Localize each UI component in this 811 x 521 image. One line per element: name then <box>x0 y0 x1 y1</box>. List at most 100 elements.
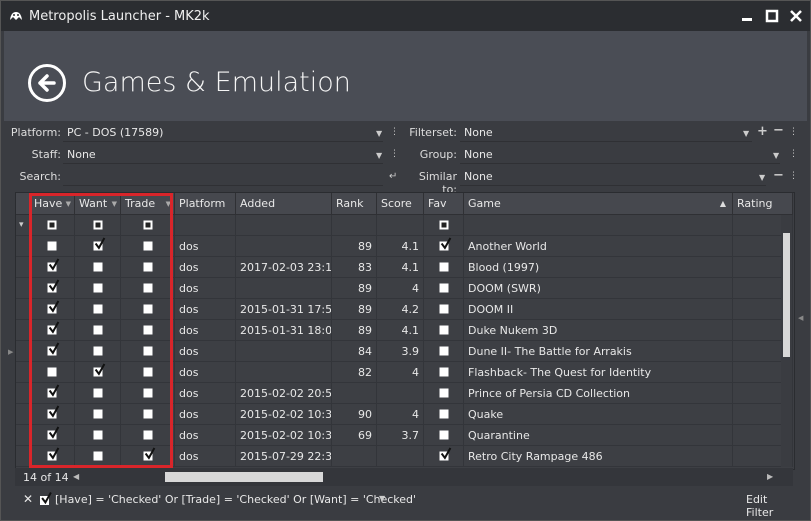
want-checkbox[interactable] <box>93 262 102 272</box>
column-header-rank[interactable]: Rank <box>332 193 377 215</box>
fav-checkbox[interactable] <box>439 346 448 356</box>
trade-checkbox[interactable] <box>143 388 152 398</box>
cell-trade[interactable] <box>121 257 175 278</box>
cell-trade[interactable] <box>121 446 175 467</box>
chevron-down-icon[interactable]: ▼ <box>376 151 382 160</box>
cell-have[interactable] <box>30 362 75 383</box>
cell-want[interactable] <box>75 236 121 257</box>
cell-want[interactable] <box>75 278 121 299</box>
similar-select[interactable]: None <box>460 168 766 186</box>
sort-ascending-icon[interactable]: ▲ <box>720 193 726 215</box>
more-icon[interactable]: ⋮ <box>789 171 798 181</box>
trade-checkbox[interactable] <box>143 367 152 377</box>
cell-trade[interactable] <box>121 236 175 257</box>
trade-checkbox[interactable] <box>143 409 152 419</box>
cell-trade[interactable] <box>121 362 175 383</box>
cell-have[interactable] <box>30 278 75 299</box>
trade-checkbox[interactable] <box>143 262 152 272</box>
filter-cell-added[interactable] <box>236 215 332 236</box>
expand-right-icon[interactable]: ◀ <box>798 314 803 322</box>
cell-have[interactable] <box>30 341 75 362</box>
have-checkbox[interactable] <box>47 279 60 293</box>
edit-filter-link[interactable]: Edit Filter <box>746 493 795 519</box>
filter-cell-fav[interactable] <box>424 215 464 236</box>
filter-checkbox-have[interactable] <box>47 220 57 230</box>
want-checkbox[interactable] <box>93 304 102 314</box>
minus-icon[interactable]: − <box>773 123 784 138</box>
filter-icon[interactable]: ▼ <box>112 193 117 215</box>
cell-want[interactable] <box>75 362 121 383</box>
want-checkbox[interactable] <box>93 283 102 293</box>
cell-fav[interactable] <box>424 320 464 341</box>
filter-enabled-checkbox[interactable] <box>40 491 52 506</box>
fav-checkbox[interactable] <box>439 283 448 293</box>
trade-checkbox[interactable] <box>143 430 152 440</box>
want-checkbox[interactable] <box>93 237 105 251</box>
want-checkbox[interactable] <box>93 363 105 377</box>
more-icon[interactable]: ⋮ <box>789 127 798 137</box>
have-checkbox[interactable] <box>47 258 60 272</box>
chevron-down-icon[interactable]: ▼ <box>376 129 382 138</box>
fav-checkbox[interactable] <box>439 237 451 251</box>
have-checkbox[interactable] <box>47 405 60 419</box>
cell-want[interactable] <box>75 425 121 446</box>
filter-checkbox-want[interactable] <box>93 220 102 230</box>
cell-fav[interactable] <box>424 404 464 425</box>
cell-trade[interactable] <box>121 383 175 404</box>
maximize-icon[interactable] <box>764 8 780 24</box>
search-go-icon[interactable]: ↵ <box>389 171 397 182</box>
have-checkbox[interactable] <box>47 447 60 461</box>
cell-trade[interactable] <box>121 320 175 341</box>
cell-fav[interactable] <box>424 236 464 257</box>
fav-checkbox[interactable] <box>439 447 451 461</box>
column-header-rating[interactable]: Rating <box>733 193 793 215</box>
cell-fav[interactable] <box>424 341 464 362</box>
search-input[interactable] <box>63 168 383 186</box>
want-checkbox[interactable] <box>93 409 102 419</box>
column-header-added[interactable]: Added <box>236 193 332 215</box>
cell-trade[interactable] <box>121 299 175 320</box>
want-checkbox[interactable] <box>93 388 102 398</box>
fav-checkbox[interactable] <box>439 430 448 440</box>
have-checkbox[interactable] <box>47 300 60 314</box>
fav-checkbox[interactable] <box>439 367 448 377</box>
column-header-fav[interactable]: Fav <box>424 193 464 215</box>
cell-fav[interactable] <box>424 446 464 467</box>
more-icon[interactable]: ⋮ <box>390 149 399 159</box>
more-icon[interactable]: ⋮ <box>789 149 798 159</box>
cell-have[interactable] <box>30 425 75 446</box>
have-checkbox[interactable] <box>47 342 60 356</box>
filter-cell-trade[interactable] <box>121 215 175 236</box>
staff-select[interactable]: None <box>63 146 383 164</box>
more-icon[interactable]: ⋮ <box>390 127 399 137</box>
fav-checkbox[interactable] <box>439 409 448 419</box>
have-checkbox[interactable] <box>47 241 57 251</box>
minus-icon[interactable]: − <box>773 168 784 183</box>
chevron-down-icon[interactable]: ▼ <box>379 494 385 503</box>
minimize-icon[interactable] <box>739 8 755 24</box>
group-select[interactable]: None <box>460 146 780 164</box>
have-checkbox[interactable] <box>47 384 60 398</box>
cell-fav[interactable] <box>424 425 464 446</box>
cell-want[interactable] <box>75 383 121 404</box>
fav-checkbox[interactable] <box>439 262 448 272</box>
cell-have[interactable] <box>30 404 75 425</box>
want-checkbox[interactable] <box>93 325 102 335</box>
trade-checkbox[interactable] <box>143 304 152 314</box>
filter-cell-have[interactable] <box>30 215 75 236</box>
column-header-game[interactable]: Game ▲ <box>464 193 733 215</box>
cell-have[interactable] <box>30 446 75 467</box>
close-icon[interactable] <box>788 8 804 24</box>
cell-have[interactable] <box>30 236 75 257</box>
filter-icon[interactable]: ▼ <box>66 193 71 215</box>
want-checkbox[interactable] <box>93 451 102 461</box>
column-header-want[interactable]: Want ▼ <box>75 193 121 215</box>
clear-filter-icon[interactable]: ✕ <box>23 492 33 506</box>
horizontal-scroll-thumb[interactable] <box>165 472 323 482</box>
cell-want[interactable] <box>75 320 121 341</box>
scroll-left-icon[interactable]: ◀ <box>73 472 79 481</box>
chevron-down-icon[interactable]: ▼ <box>759 173 765 182</box>
filter-checkbox-fav[interactable] <box>439 220 448 230</box>
filter-cell-rank[interactable] <box>332 215 377 236</box>
filter-icon[interactable]: ▼ <box>166 193 171 215</box>
